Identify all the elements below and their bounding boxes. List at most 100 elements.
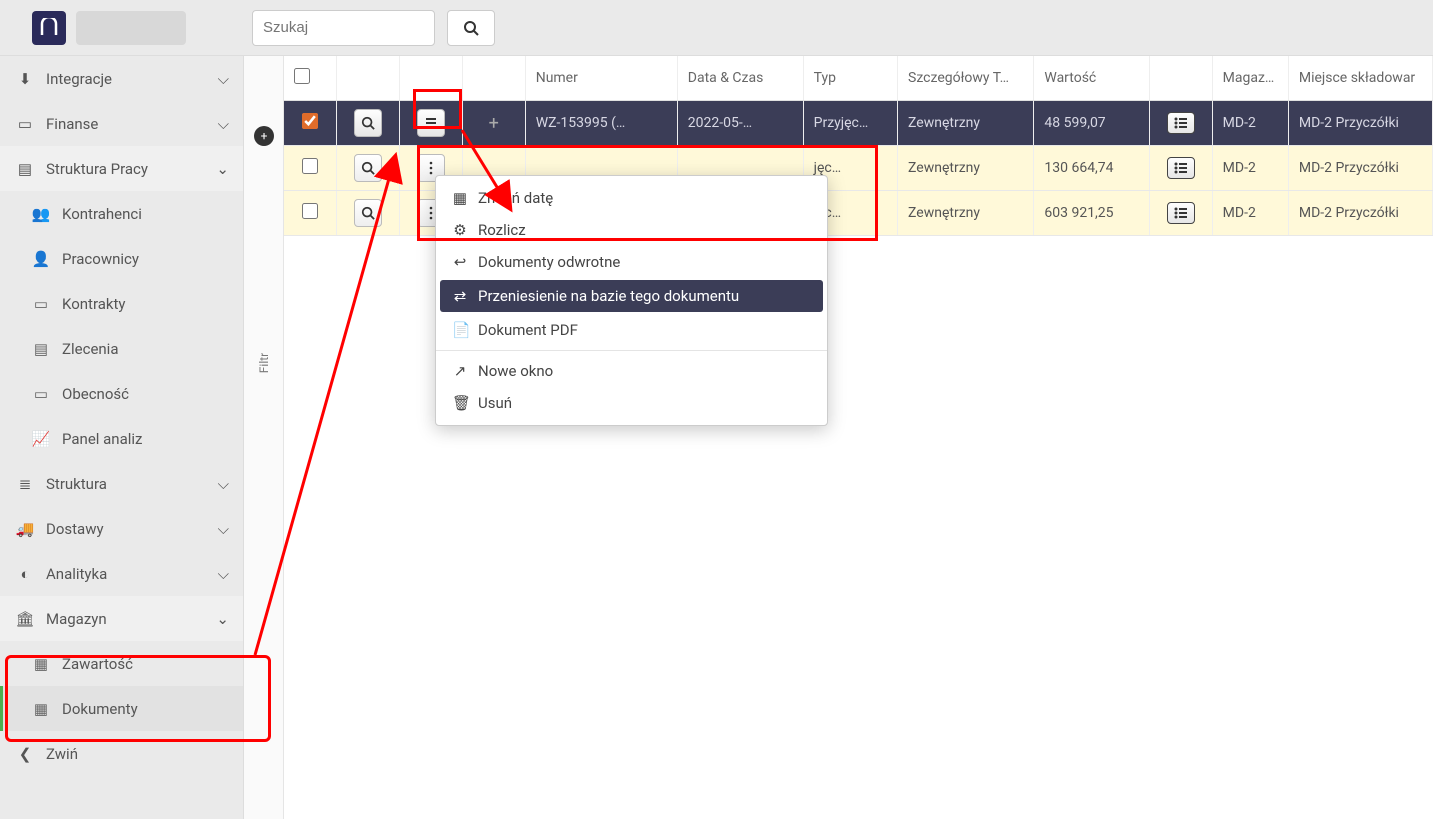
cell-wartosc: 130 664,74: [1034, 146, 1149, 191]
download-icon: ⬇: [14, 70, 36, 88]
view-button[interactable]: [354, 199, 382, 227]
cell-data: 2022-05-…: [677, 101, 803, 146]
col-miejsce[interactable]: Miejsce składowar: [1288, 56, 1432, 101]
nav-magazyn[interactable]: 🏛 Magazyn ⌄: [0, 596, 243, 641]
logo-area: [0, 11, 244, 45]
nav-label: Integracje: [46, 70, 112, 88]
nav-dokumenty[interactable]: ▦Dokumenty: [0, 686, 243, 731]
cell-mag: MD-2: [1212, 146, 1288, 191]
nav-zwin[interactable]: ❮Zwiń: [0, 731, 243, 776]
menu-nowe-okno[interactable]: ↗Nowe okno: [436, 355, 827, 387]
list-icon: [1174, 117, 1188, 129]
list-button[interactable]: [1167, 112, 1195, 134]
row-checkbox[interactable]: [302, 203, 318, 219]
search-icon: [463, 20, 479, 36]
menu-label: Zmień datę: [478, 189, 553, 207]
search-area: [244, 10, 503, 46]
filter-add-button[interactable]: +: [254, 126, 274, 146]
col-actions3: [462, 56, 525, 101]
nav-panel-analiz[interactable]: 📈Panel analiz: [0, 416, 243, 461]
presence-icon: ▭: [30, 385, 52, 403]
cell-typ: Przyjęc…: [803, 101, 897, 146]
col-list: [1149, 56, 1212, 101]
nav-pracownicy[interactable]: 👤Pracownicy: [0, 236, 243, 281]
chart-icon: 📈: [30, 430, 52, 448]
nav-integracje[interactable]: ⬇Integracje⌵: [0, 56, 243, 101]
search-button[interactable]: [447, 10, 495, 46]
nav-dostawy[interactable]: 🚚Dostawy⌵: [0, 506, 243, 551]
transfer-icon: ⇄: [452, 287, 468, 305]
col-numer[interactable]: Numer: [525, 56, 677, 101]
trash-icon: 🗑: [452, 394, 468, 412]
list-icon: [1174, 207, 1188, 219]
nav-label: Kontrahenci: [62, 205, 142, 223]
view-button[interactable]: [354, 154, 382, 182]
nav-kontrahenci[interactable]: 👥 Kontrahenci: [0, 191, 243, 236]
nav-label: Obecność: [62, 385, 129, 403]
col-typ[interactable]: Typ: [803, 56, 897, 101]
money-icon: ▭: [14, 115, 36, 133]
menu-usun[interactable]: 🗑Usuń: [436, 387, 827, 419]
menu-zmien-date[interactable]: ▦Zmień datę: [436, 182, 827, 214]
search-input[interactable]: [252, 10, 435, 46]
context-menu: ▦Zmień datę ⚙Rozlicz ↩Dokumenty odwrotne…: [435, 175, 828, 426]
nav-kontrakty[interactable]: ▭Kontrakty: [0, 281, 243, 326]
row-checkbox[interactable]: [302, 158, 318, 174]
chevron-down-icon: ⌵: [218, 475, 229, 493]
search-icon: [361, 161, 375, 175]
nav-label: Pracownicy: [62, 250, 139, 268]
col-wartosc[interactable]: Wartość: [1034, 56, 1149, 101]
building-icon: ▤: [14, 160, 36, 178]
nav-struktura[interactable]: ≣Struktura⌵: [0, 461, 243, 506]
nav-label: Struktura Pracy: [46, 160, 148, 178]
menu-label: Rozlicz: [478, 221, 526, 239]
plus-icon: +: [261, 129, 268, 143]
table-header-row: Numer Data & Czas Typ Szczegółowy T… War…: [284, 56, 1433, 101]
col-actions1: [336, 56, 399, 101]
list-button[interactable]: [1167, 202, 1195, 224]
col-magazyn[interactable]: Magaz…: [1212, 56, 1288, 101]
users-icon: 👥: [30, 205, 52, 223]
cell-szcz: Zewnętrzny: [898, 101, 1034, 146]
menu-separator: [436, 350, 827, 351]
menu-rozlicz[interactable]: ⚙Rozlicz: [436, 214, 827, 246]
menu-dokument-pdf[interactable]: 📄Dokument PDF: [436, 314, 827, 346]
grid-icon: ▦: [30, 655, 52, 673]
nav-label: Magazyn: [46, 610, 107, 628]
nav-zlecenia[interactable]: ▤ Zlecenia: [0, 326, 243, 371]
list-button[interactable]: [1167, 157, 1195, 179]
col-szczegolowy[interactable]: Szczegółowy T…: [898, 56, 1034, 101]
table-row[interactable]: + WZ-153995 (… 2022-05-… Przyjęc… Zewnęt…: [284, 101, 1433, 146]
select-all-checkbox[interactable]: [294, 68, 310, 84]
col-data[interactable]: Data & Czas: [677, 56, 803, 101]
app-header: [0, 0, 1433, 56]
chevron-up-icon: ⌄: [216, 160, 229, 178]
nav-zawartosc[interactable]: ▦Zawartość: [0, 641, 243, 686]
truck-icon: 🚚: [14, 520, 36, 538]
nav-obecnosc[interactable]: ▭ Obecność: [0, 371, 243, 416]
nav-label: Zlecenia: [62, 340, 118, 358]
row-checkbox[interactable]: [302, 113, 318, 129]
filter-label: Filtr: [257, 353, 271, 373]
menu-icon: [424, 116, 438, 130]
view-button[interactable]: [354, 109, 382, 137]
nav-label: Dostawy: [46, 520, 104, 538]
menu-button[interactable]: [417, 109, 445, 137]
warehouse-icon: 🏛: [14, 610, 36, 628]
col-checkbox: [284, 56, 336, 101]
chevron-up-icon: ⌄: [216, 610, 229, 628]
orders-icon: ▤: [30, 340, 52, 358]
add-button[interactable]: +: [489, 113, 499, 134]
cell-miejsce: MD-2 Przyczółki: [1288, 146, 1432, 191]
nav-analityka[interactable]: ◐Analityka⌵: [0, 551, 243, 596]
nav-struktura-pracy[interactable]: ▤ Struktura Pracy ⌄: [0, 146, 243, 191]
chevron-down-icon: ⌵: [218, 565, 229, 583]
chevron-left-icon: ❮: [14, 745, 36, 763]
menu-przeniesienie[interactable]: ⇄ Przeniesienie na bazie tego dokumentu: [440, 280, 823, 312]
menu-label: Dokument PDF: [478, 321, 578, 339]
cell-mag: MD-2: [1212, 191, 1288, 236]
menu-label: Przeniesienie na bazie tego dokumentu: [478, 287, 739, 305]
search-icon: [361, 116, 375, 130]
nav-finanse[interactable]: ▭Finanse⌵: [0, 101, 243, 146]
menu-dokumenty-odwrotne[interactable]: ↩Dokumenty odwrotne: [436, 246, 827, 278]
